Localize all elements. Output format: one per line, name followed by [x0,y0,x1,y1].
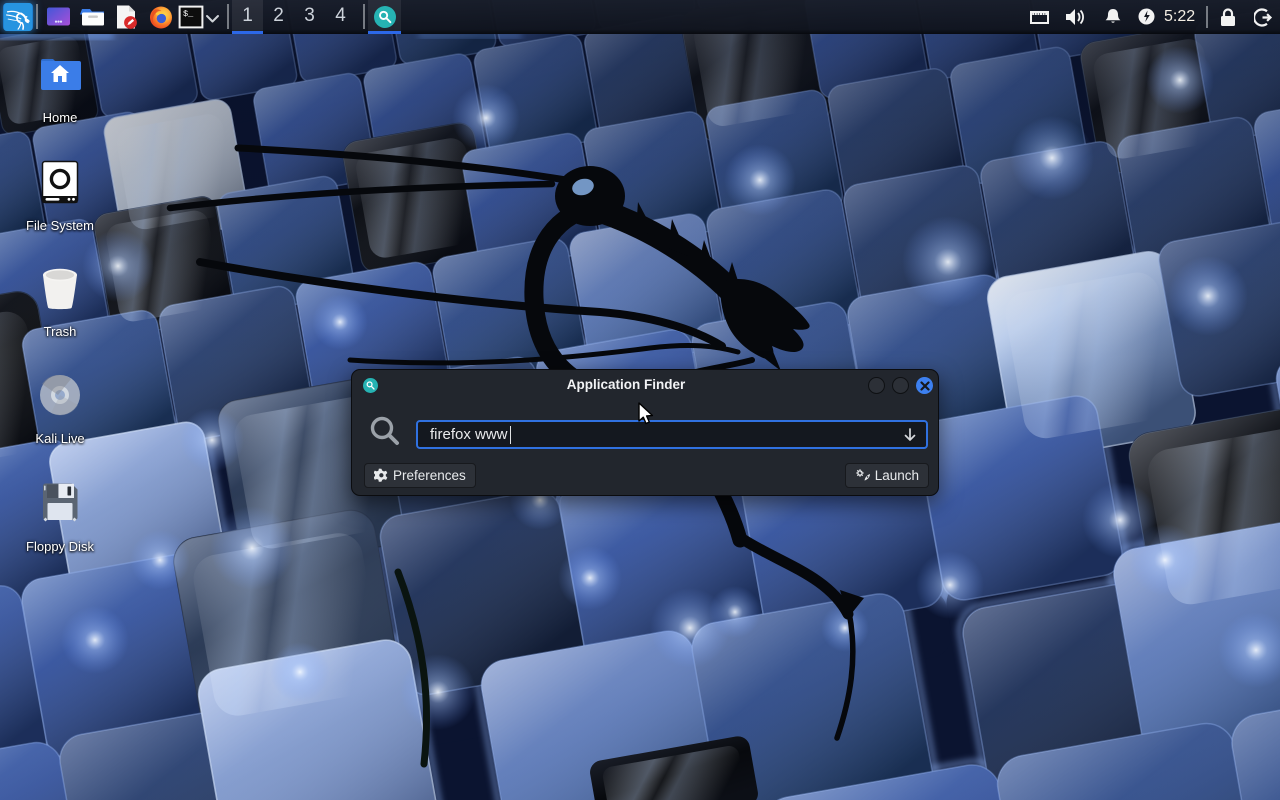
svg-text:$_: $_ [183,9,194,19]
